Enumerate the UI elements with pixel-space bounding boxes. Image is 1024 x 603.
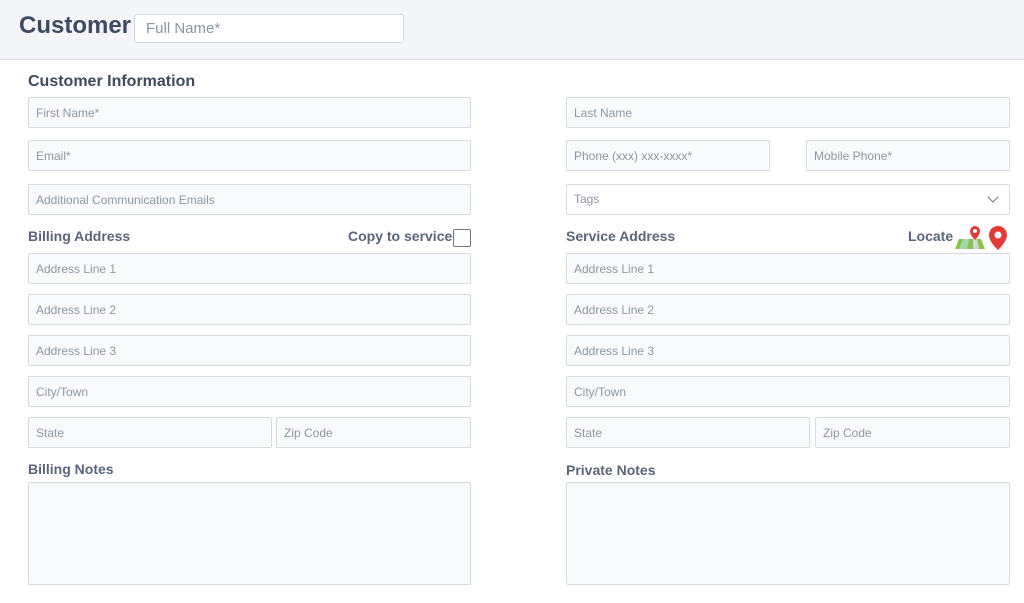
service-address-line-1[interactable]	[566, 253, 1010, 284]
service-address-line-3[interactable]	[566, 335, 1010, 366]
mobile-phone-input[interactable]	[806, 140, 1010, 171]
copy-to-service-checkbox[interactable]	[453, 229, 471, 247]
billing-address-line-1[interactable]	[28, 253, 471, 284]
map-pin-icon[interactable]	[989, 226, 1007, 250]
tags-select-placeholder: Tags	[574, 192, 600, 206]
private-notes-label: Private Notes	[566, 462, 656, 478]
phone-input[interactable]	[566, 140, 770, 171]
billing-address-line-3[interactable]	[28, 335, 471, 366]
billing-address-title: Billing Address	[28, 228, 131, 244]
copy-to-service-label: Copy to service	[348, 228, 453, 244]
service-city-input[interactable]	[566, 376, 1010, 407]
billing-notes-label: Billing Notes	[28, 461, 114, 477]
additional-emails-input[interactable]	[28, 184, 471, 215]
page-title: Customer	[19, 12, 132, 39]
full-name-input[interactable]	[134, 14, 404, 43]
billing-notes-textarea[interactable]	[28, 482, 471, 585]
customer-info-title: Customer Information	[28, 73, 196, 90]
map-icon[interactable]	[955, 225, 985, 249]
service-address-line-2[interactable]	[566, 294, 1010, 325]
tags-select[interactable]: Tags	[566, 184, 1010, 215]
email-input[interactable]	[28, 140, 471, 171]
billing-state-input[interactable]	[28, 417, 272, 448]
locate-label: Locate	[908, 228, 954, 244]
private-notes-textarea[interactable]	[566, 482, 1010, 585]
first-name-input[interactable]	[28, 97, 471, 128]
last-name-input[interactable]	[566, 97, 1010, 128]
service-zip-input[interactable]	[815, 417, 1010, 448]
billing-address-line-2[interactable]	[28, 294, 471, 325]
service-state-input[interactable]	[566, 417, 810, 448]
billing-city-input[interactable]	[28, 376, 471, 407]
chevron-down-icon	[987, 191, 999, 203]
billing-zip-input[interactable]	[276, 417, 471, 448]
page-header: Customer	[0, 0, 1024, 60]
service-address-title: Service Address	[566, 228, 676, 244]
